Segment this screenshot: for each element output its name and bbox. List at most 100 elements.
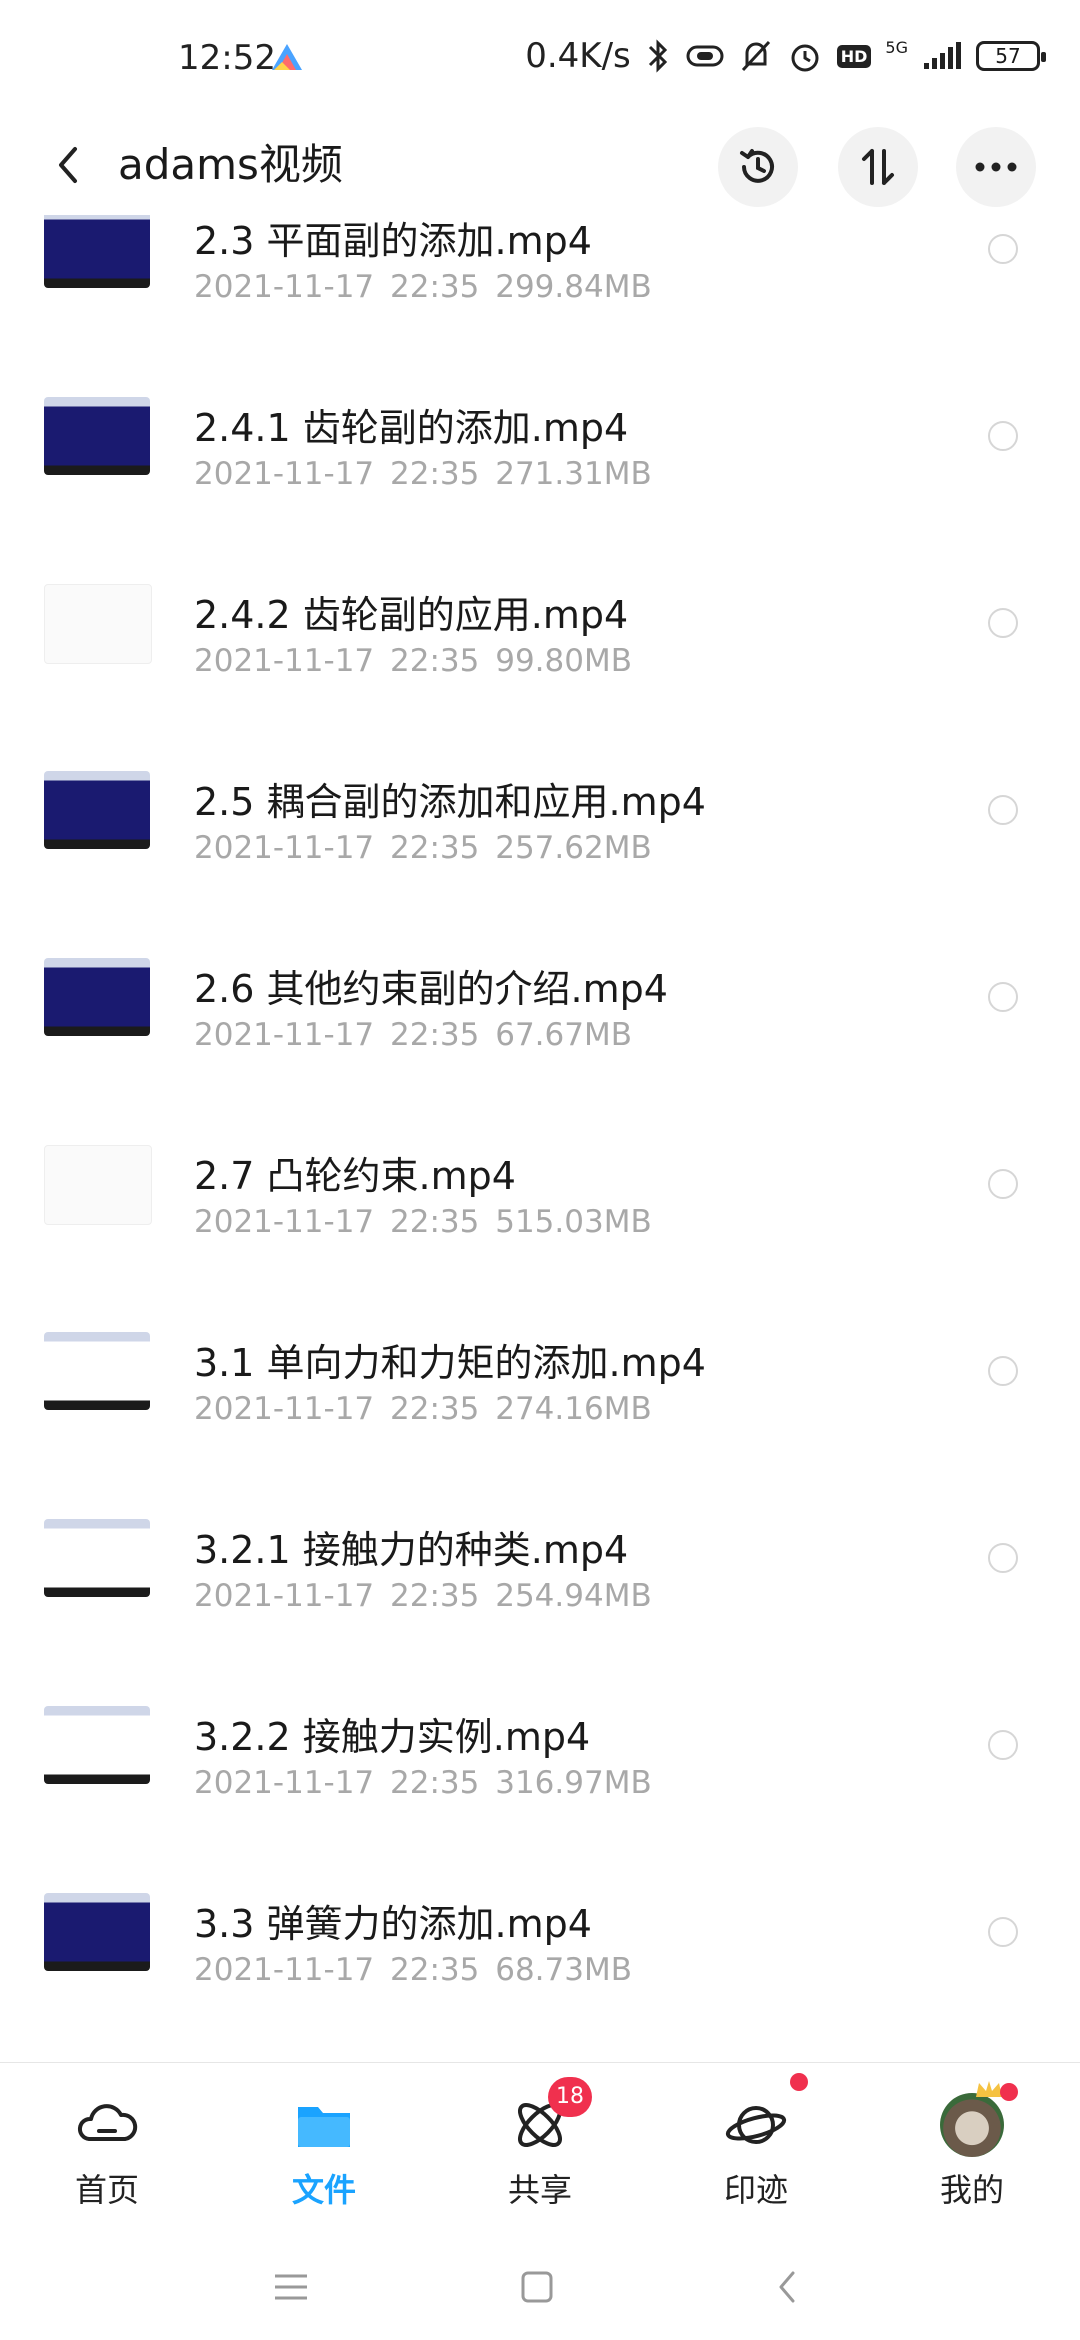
file-row[interactable]: 2.5 耦合副的添加和应用.mp4 2021-11-17 22:35 257.62…	[0, 717, 1080, 904]
me-dot	[1000, 2083, 1018, 2101]
nav-home-label: 首页	[74, 2171, 139, 2209]
nav-me[interactable]: 我的	[897, 2081, 1047, 2213]
menu-icon	[275, 2274, 307, 2300]
video-thumbnail	[44, 1706, 150, 1784]
file-name: 2.3 平面副的添加.mp4	[194, 219, 592, 263]
file-meta: 2021-11-17 22:35 274.16MB	[194, 1391, 652, 1427]
file-row[interactable]: 2.6 其他约束副的介绍.mp4 2021-11-17 22:35 67.67MB	[0, 904, 1080, 1091]
select-radio[interactable]	[988, 1917, 1018, 1947]
file-meta: 2021-11-17 22:35 68.73MB	[194, 1952, 632, 1988]
back-button[interactable]	[40, 137, 96, 193]
select-radio[interactable]	[988, 608, 1018, 638]
select-radio[interactable]	[988, 234, 1018, 264]
home-icon	[521, 2271, 553, 2303]
file-time: 22:35	[390, 1952, 480, 1988]
file-row[interactable]: 2.4.1 齿轮副的添加.mp4 2021-11-17 22:35 271.31M…	[0, 343, 1080, 530]
file-size: 515.03MB	[495, 1204, 652, 1240]
file-meta: 2021-11-17 22:35 257.62MB	[194, 830, 652, 866]
file-time: 22:35	[390, 1578, 480, 1614]
file-row[interactable]: 2.3 平面副的添加.mp4 2021-11-17 22:35 299.84MB	[0, 215, 1080, 343]
select-radio[interactable]	[988, 795, 1018, 825]
file-name: 2.7 凸轮约束.mp4	[194, 1154, 516, 1198]
file-name: 2.4.2 齿轮副的应用.mp4	[194, 593, 629, 637]
signal-icon	[924, 42, 961, 69]
file-date: 2021-11-17	[194, 269, 375, 305]
nav-files-label: 文件	[291, 2171, 356, 2209]
file-size: 99.80MB	[495, 643, 632, 679]
system-nav	[0, 2232, 1080, 2340]
file-time: 22:35	[390, 456, 480, 492]
file-size: 271.31MB	[495, 456, 652, 492]
nav-traces-label: 印迹	[723, 2171, 788, 2209]
nav-me-label: 我的	[939, 2171, 1004, 2209]
sort-icon	[862, 149, 894, 185]
page-title: adams视频	[118, 140, 343, 189]
file-date: 2021-11-17	[194, 456, 375, 492]
file-name: 3.2.2 接触力实例.mp4	[194, 1715, 591, 1759]
file-meta: 2021-11-17 22:35 515.03MB	[194, 1204, 652, 1240]
nav-share[interactable]: 18 共享	[465, 2077, 615, 2213]
folder-icon	[298, 2107, 350, 2147]
system-menu-button[interactable]	[266, 2262, 316, 2312]
video-thumbnail	[44, 1519, 150, 1597]
file-row[interactable]: 3.1 单向力和力矩的添加.mp4 2021-11-17 22:35 274.16…	[0, 1278, 1080, 1465]
file-time: 22:35	[390, 269, 480, 305]
select-radio[interactable]	[988, 982, 1018, 1012]
file-size: 257.62MB	[495, 830, 652, 866]
network-speed: 0.4K/s	[525, 36, 631, 76]
video-thumbnail	[44, 397, 150, 475]
status-right: 0.4K/s HD 5G 57	[525, 34, 1046, 78]
mute-bell-icon	[741, 40, 770, 72]
system-back-button[interactable]	[762, 2262, 812, 2312]
system-home-button[interactable]	[512, 2262, 562, 2312]
history-button[interactable]	[718, 127, 798, 207]
video-thumbnail	[44, 1145, 152, 1225]
more-button[interactable]	[956, 127, 1036, 207]
nav-home[interactable]: 首页	[32, 2093, 182, 2213]
sort-button[interactable]	[838, 127, 918, 207]
file-name: 3.1 单向力和力矩的添加.mp4	[194, 1341, 706, 1385]
file-date: 2021-11-17	[194, 1578, 375, 1614]
file-meta: 2021-11-17 22:35 299.84MB	[194, 269, 652, 305]
video-thumbnail	[44, 215, 150, 288]
link-icon	[686, 45, 724, 67]
chevron-left-icon	[59, 147, 77, 183]
app-notification-icon	[272, 44, 302, 70]
status-bar: 12:52 0.4K/s HD 5G 57	[0, 0, 1080, 115]
file-size: 274.16MB	[495, 1391, 652, 1427]
file-size: 316.97MB	[495, 1765, 652, 1801]
select-radio[interactable]	[988, 1543, 1018, 1573]
video-thumbnail	[44, 584, 152, 664]
file-time: 22:35	[390, 1391, 480, 1427]
file-row[interactable]: 3.2.1 接触力的种类.mp4 2021-11-17 22:35 254.94M…	[0, 1465, 1080, 1652]
file-time: 22:35	[390, 1204, 480, 1240]
file-row[interactable]: 2.7 凸轮约束.mp4 2021-11-17 22:35 515.03MB	[0, 1091, 1080, 1278]
file-name: 3.2.1 接触力的种类.mp4	[194, 1528, 629, 1572]
back-icon	[779, 2271, 795, 2303]
header: adams视频	[0, 115, 1080, 215]
select-radio[interactable]	[988, 1169, 1018, 1199]
file-date: 2021-11-17	[194, 1391, 375, 1427]
hd-icon: HD	[836, 44, 872, 68]
select-radio[interactable]	[988, 1730, 1018, 1760]
file-meta: 2021-11-17 22:35 67.67MB	[194, 1017, 632, 1053]
video-thumbnail	[44, 1893, 150, 1971]
file-date: 2021-11-17	[194, 643, 375, 679]
file-meta: 2021-11-17 22:35 99.80MB	[194, 643, 632, 679]
file-size: 299.84MB	[495, 269, 652, 305]
video-thumbnail	[44, 771, 150, 849]
file-row[interactable]: 2.4.2 齿轮副的应用.mp4 2021-11-17 22:35 99.80MB	[0, 530, 1080, 717]
file-date: 2021-11-17	[194, 1952, 375, 1988]
select-radio[interactable]	[988, 421, 1018, 451]
video-thumbnail	[44, 1332, 150, 1410]
file-row[interactable]: 3.2.2 接触力实例.mp4 2021-11-17 22:35 316.97MB	[0, 1652, 1080, 1839]
file-name: 2.4.1 齿轮副的添加.mp4	[194, 406, 629, 450]
nav-files[interactable]: 文件	[249, 2093, 399, 2213]
file-list[interactable]: 2.3 平面副的添加.mp4 2021-11-17 22:35 299.84MB 2…	[0, 215, 1080, 2062]
file-row[interactable]: 3.3 弹簧力的添加.mp4 2021-11-17 22:35 68.73MB	[0, 1839, 1080, 2026]
file-name: 2.5 耦合副的添加和应用.mp4	[194, 780, 706, 824]
file-date: 2021-11-17	[194, 1204, 375, 1240]
avatar	[940, 2093, 1004, 2157]
nav-traces[interactable]: 印迹	[681, 2073, 831, 2213]
select-radio[interactable]	[988, 1356, 1018, 1386]
